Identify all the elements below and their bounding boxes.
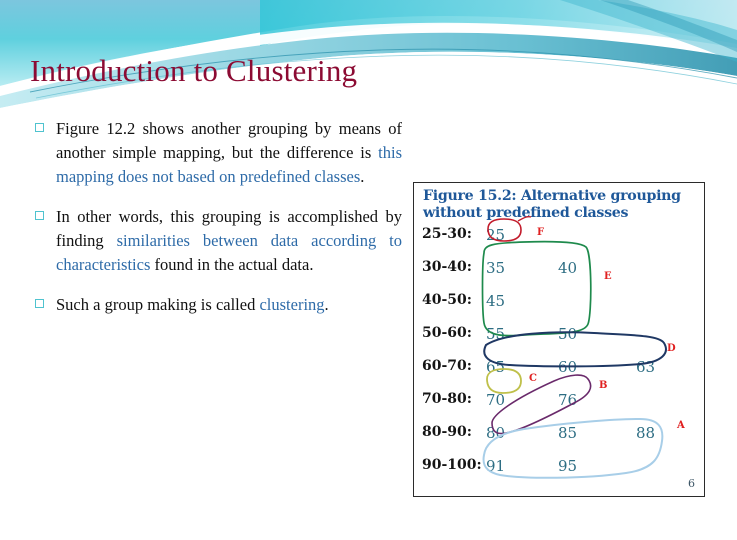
bullet-text-3: Such a group making is called clustering… bbox=[56, 293, 402, 317]
list-item: In other words, this grouping is accompl… bbox=[34, 205, 402, 277]
bullet-2-black-after: found in the actual data. bbox=[150, 255, 314, 274]
figure-value: 65 bbox=[486, 358, 506, 376]
figure-row-label: 50-60: bbox=[422, 325, 472, 341]
figure-value: 35 bbox=[486, 259, 506, 277]
figure-row-label: 80-90: bbox=[422, 424, 472, 440]
figure-row-label: 25-30: bbox=[422, 226, 472, 242]
bullet-square-icon bbox=[35, 211, 44, 220]
figure-row-label: 30-40: bbox=[422, 259, 472, 275]
figure-row-label: 70-80: bbox=[422, 391, 472, 407]
page-number: 6 bbox=[688, 477, 695, 490]
figure-row-values: 25 bbox=[486, 226, 701, 252]
cluster-label-e: E bbox=[604, 271, 612, 282]
figure-row: 40-50: 45 bbox=[414, 292, 704, 325]
figure-value: 45 bbox=[486, 292, 506, 310]
figure-value: 80 bbox=[486, 424, 506, 442]
figure-value: 25 bbox=[486, 226, 506, 244]
figure-row-label: 90-100: bbox=[422, 457, 482, 473]
bullet-1-black-after: . bbox=[360, 167, 365, 186]
figure-row: 25-30: 25 bbox=[414, 226, 704, 259]
figure-value: 70 bbox=[486, 391, 506, 409]
figure-value: 63 bbox=[636, 358, 656, 376]
page-title: Introduction to Clustering bbox=[30, 53, 358, 88]
figure-caption: Figure 15.2: Alternative grouping withou… bbox=[423, 188, 681, 221]
cluster-label-d: D bbox=[667, 343, 676, 354]
figure-value: 50 bbox=[558, 325, 578, 343]
figure-row: 90-100: 91 95 bbox=[414, 457, 704, 490]
bullet-3-black-after: . bbox=[324, 295, 329, 314]
figure-panel: Figure 15.2: Alternative grouping withou… bbox=[413, 182, 705, 497]
bullet-square-icon bbox=[35, 123, 44, 132]
figure-row: 30-40: 35 40 bbox=[414, 259, 704, 292]
figure-value: 55 bbox=[486, 325, 506, 343]
figure-row: 60-70: 65 60 63 bbox=[414, 358, 704, 391]
figure-row-values: 45 bbox=[486, 292, 701, 318]
cluster-label-f: F bbox=[537, 227, 545, 238]
figure-value: 40 bbox=[558, 259, 578, 277]
figure-row: 80-90: 80 85 88 bbox=[414, 424, 704, 457]
figure-rows-container: 25-30: 25 30-40: 35 40 40-50: 45 50-60: 55 50 60-7… bbox=[414, 226, 704, 494]
bullet-list: Figure 12.2 shows another grouping by me… bbox=[34, 117, 402, 317]
cluster-label-c: C bbox=[529, 373, 537, 384]
cluster-label-a: A bbox=[677, 420, 685, 431]
bullet-3-black-before: Such a group making is called bbox=[56, 295, 260, 314]
bullet-text-1: Figure 12.2 shows another grouping by me… bbox=[56, 117, 402, 189]
figure-row: 70-80: 70 76 bbox=[414, 391, 704, 424]
figure-row-values: 35 40 bbox=[486, 259, 701, 285]
figure-row-label: 60-70: bbox=[422, 358, 472, 374]
figure-row-values: 91 95 bbox=[486, 457, 701, 483]
bullet-1-black-before: Figure 12.2 shows another grouping by me… bbox=[56, 119, 402, 162]
figure-value: 95 bbox=[558, 457, 578, 475]
figure-value: 60 bbox=[558, 358, 578, 376]
bullet-square-icon bbox=[35, 299, 44, 308]
bullet-text-2: In other words, this grouping is accompl… bbox=[56, 205, 402, 277]
figure-row: 50-60: 55 50 bbox=[414, 325, 704, 358]
figure-value: 85 bbox=[558, 424, 578, 442]
bullet-3-accent: clustering bbox=[259, 295, 325, 314]
figure-row-values: 80 85 88 bbox=[486, 424, 701, 450]
figure-row-values: 65 60 63 bbox=[486, 358, 701, 384]
figure-value: 91 bbox=[486, 457, 506, 475]
list-item: Figure 12.2 shows another grouping by me… bbox=[34, 117, 402, 189]
figure-value: 76 bbox=[558, 391, 578, 409]
list-item: Such a group making is called clustering… bbox=[34, 293, 402, 317]
figure-row-label: 40-50: bbox=[422, 292, 472, 308]
figure-value: 88 bbox=[636, 424, 656, 442]
cluster-label-b: B bbox=[599, 380, 608, 391]
figure-row-values: 70 76 bbox=[486, 391, 701, 417]
